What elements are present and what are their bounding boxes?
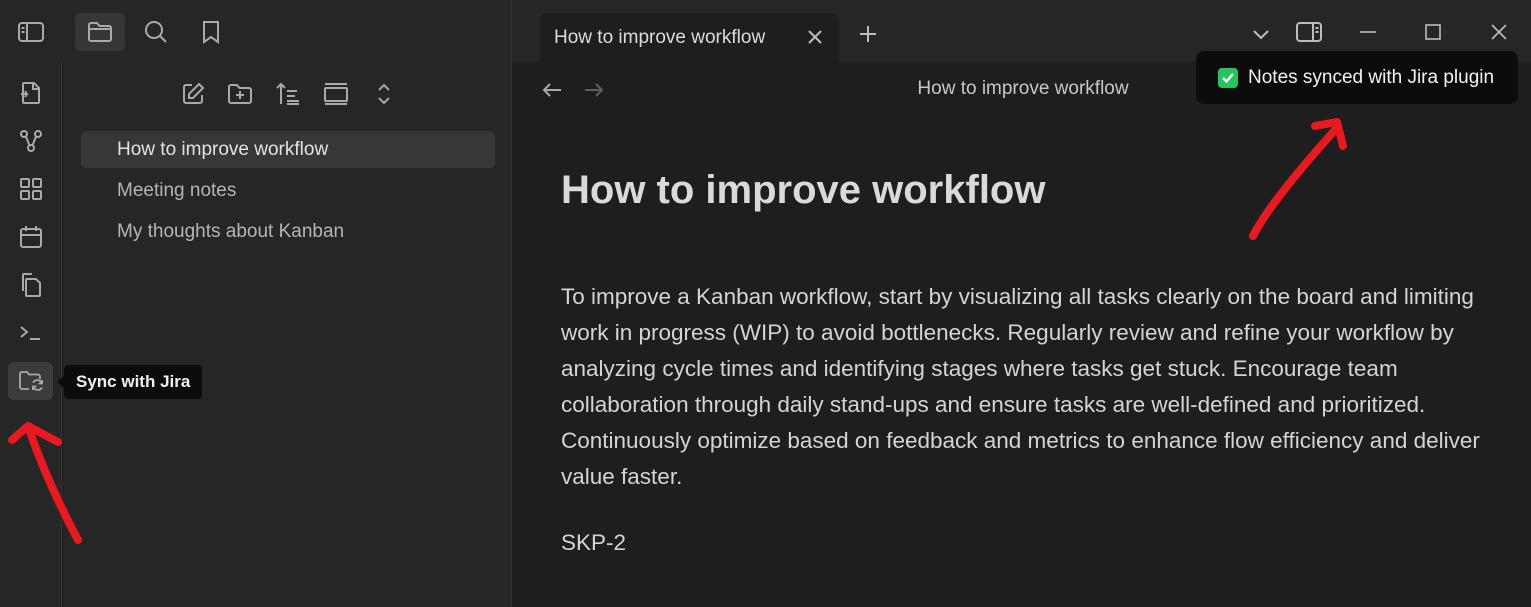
maximize-button[interactable] bbox=[1413, 12, 1453, 52]
note-title[interactable]: How to improve workflow bbox=[561, 168, 1045, 213]
tab-close-button[interactable] bbox=[803, 25, 827, 49]
tab-title: How to improve workflow bbox=[554, 26, 766, 48]
editor-pane: How to improve workflow How to improve w… bbox=[513, 62, 1531, 607]
ribbon-daily-note[interactable] bbox=[8, 218, 53, 256]
file-item-my-thoughts-about-kanban[interactable]: My thoughts about Kanban bbox=[81, 213, 495, 250]
chevron-down-icon bbox=[1253, 30, 1269, 40]
file-label: How to improve workflow bbox=[117, 138, 329, 160]
expand-all-button[interactable] bbox=[364, 76, 404, 112]
sort-button[interactable] bbox=[268, 76, 308, 112]
graph-icon bbox=[19, 130, 42, 152]
back-button[interactable] bbox=[536, 76, 568, 104]
ribbon-canvas[interactable] bbox=[8, 170, 53, 208]
tab-list-button[interactable] bbox=[1241, 14, 1281, 54]
search-tab[interactable] bbox=[131, 13, 181, 51]
bookmark-icon bbox=[203, 21, 219, 44]
notice-text: Notes synced with Jira plugin bbox=[1248, 66, 1495, 88]
new-note-icon bbox=[183, 82, 205, 104]
ribbon-templates[interactable] bbox=[8, 266, 53, 304]
minimize-icon bbox=[1360, 31, 1376, 33]
file-explorer-tab[interactable] bbox=[75, 13, 125, 51]
sync-folder-icon bbox=[18, 371, 43, 391]
new-folder-button[interactable] bbox=[220, 76, 260, 112]
collapse-icon bbox=[324, 83, 348, 105]
sort-icon bbox=[276, 82, 299, 105]
file-label: My thoughts about Kanban bbox=[117, 220, 345, 242]
tooltip-sync-with-jira: Sync with Jira bbox=[64, 365, 203, 399]
note-body[interactable]: To improve a Kanban workflow, start by v… bbox=[561, 279, 1481, 495]
minimize-button[interactable] bbox=[1348, 12, 1388, 52]
folder-icon bbox=[88, 22, 112, 42]
right-sidebar-toggle[interactable] bbox=[1289, 12, 1329, 52]
view-header-title[interactable]: How to improve workflow bbox=[863, 78, 1183, 100]
tab-active-note[interactable]: How to improve workflow bbox=[540, 13, 839, 62]
close-window-button[interactable] bbox=[1479, 12, 1519, 52]
new-note-button[interactable] bbox=[173, 76, 213, 112]
new-tab-button[interactable] bbox=[848, 14, 888, 54]
arrow-right-icon bbox=[585, 83, 604, 97]
sidebar-right-icon bbox=[1296, 22, 1322, 42]
search-icon bbox=[145, 21, 167, 43]
arrow-left-icon bbox=[542, 83, 561, 97]
sidebar-toggle-icon bbox=[18, 22, 44, 42]
close-icon bbox=[808, 30, 822, 44]
auto-reveal-button[interactable] bbox=[316, 76, 356, 112]
close-icon bbox=[1491, 24, 1507, 40]
plus-icon bbox=[860, 26, 876, 42]
file-open-icon bbox=[20, 82, 40, 104]
new-folder-icon bbox=[228, 84, 252, 104]
bookmarks-tab[interactable] bbox=[186, 13, 236, 51]
sidebar-toggle-button[interactable] bbox=[6, 13, 56, 51]
ribbon-command-palette[interactable] bbox=[8, 314, 53, 352]
file-item-how-to-improve-workflow[interactable]: How to improve workflow bbox=[81, 131, 495, 168]
dashboard-icon bbox=[19, 178, 42, 200]
terminal-icon bbox=[19, 326, 40, 340]
checkmark-icon bbox=[1218, 67, 1238, 88]
expand-icon bbox=[378, 83, 390, 105]
ribbon-open-quick-switcher[interactable] bbox=[8, 74, 53, 112]
ribbon-graph-view[interactable] bbox=[8, 122, 53, 160]
file-label: Meeting notes bbox=[117, 179, 237, 201]
note-tag[interactable]: SKP-2 bbox=[561, 530, 626, 556]
calendar-icon bbox=[19, 226, 42, 248]
forward-button[interactable] bbox=[578, 76, 610, 104]
file-item-meeting-notes[interactable]: Meeting notes bbox=[81, 172, 495, 209]
file-explorer: How to improve workflow Meeting notes My… bbox=[63, 62, 512, 607]
tooltip-arrow bbox=[57, 376, 64, 388]
title-bar-left bbox=[0, 0, 512, 62]
ribbon bbox=[0, 62, 62, 607]
maximize-icon bbox=[1425, 24, 1441, 40]
sync-notice[interactable]: Notes synced with Jira plugin bbox=[1196, 51, 1518, 104]
copy-icon bbox=[21, 273, 41, 297]
ribbon-sync-with-jira[interactable] bbox=[8, 362, 53, 400]
